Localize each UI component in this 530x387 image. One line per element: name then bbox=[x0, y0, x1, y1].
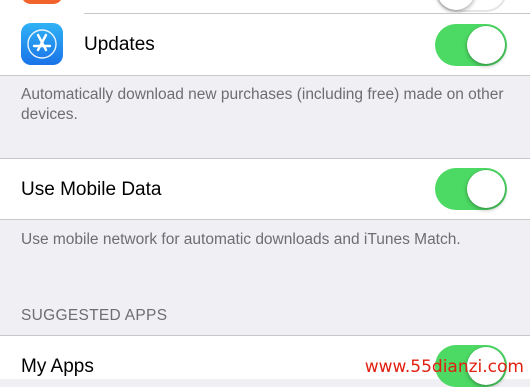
updates-label: Updates bbox=[84, 34, 155, 55]
row-divider bbox=[0, 75, 530, 76]
updates-footer-note: Automatically download new purchases (in… bbox=[21, 86, 504, 123]
my-apps-label: My Apps bbox=[21, 356, 94, 377]
row-divider bbox=[0, 219, 530, 220]
watermark-text: www.55dianzi.com bbox=[364, 357, 524, 377]
previous-toggle[interactable] bbox=[435, 0, 507, 12]
mobile-data-label: Use Mobile Data bbox=[21, 179, 162, 200]
previous-row bbox=[0, 0, 530, 14]
updates-toggle[interactable] bbox=[435, 24, 507, 66]
app-store-icon bbox=[21, 23, 63, 65]
updates-row[interactable]: Updates bbox=[0, 14, 530, 75]
toggle-knob bbox=[467, 170, 505, 208]
toggle-knob bbox=[467, 26, 505, 64]
mobile-data-row[interactable]: Use Mobile Data bbox=[0, 159, 530, 219]
mobile-data-footer-note: Use mobile network for automatic downloa… bbox=[21, 231, 461, 248]
mobile-data-toggle[interactable] bbox=[435, 168, 507, 210]
orange-app-icon bbox=[21, 0, 63, 4]
suggested-apps-header: SUGGESTED APPS bbox=[21, 307, 168, 324]
